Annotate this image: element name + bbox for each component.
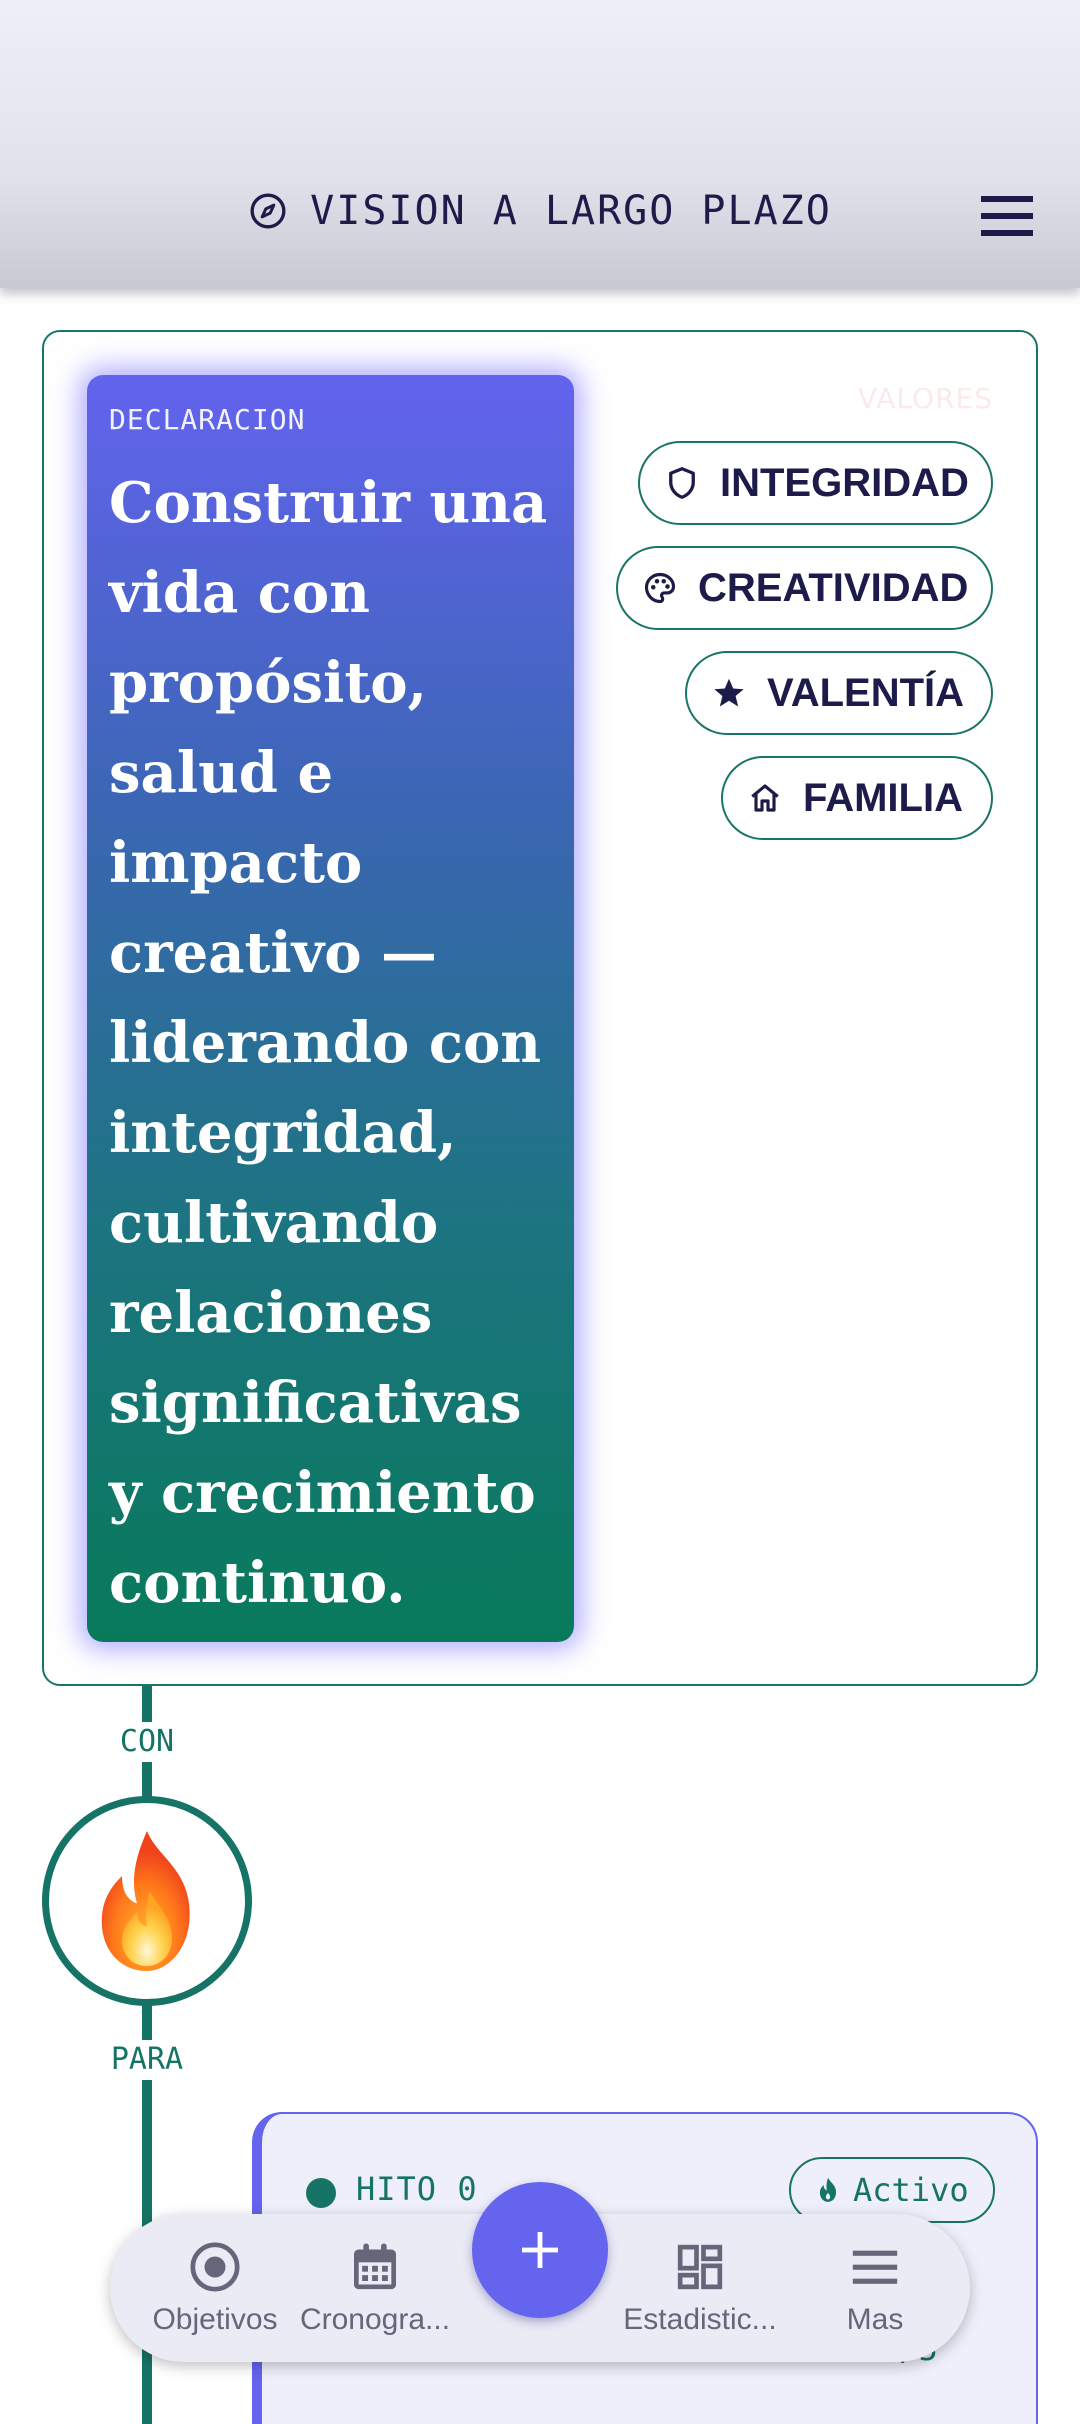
nav-item-label: Mas xyxy=(846,2303,904,2336)
dashboard-icon xyxy=(677,2244,723,2290)
vision-statement-card[interactable]: DECLARACION Construir una vida con propó… xyxy=(87,375,574,1642)
timeline-connector-con: CON xyxy=(87,1722,207,1762)
home-icon xyxy=(751,784,779,812)
value-chip-label: VALENTÍA xyxy=(767,670,965,715)
top-app-bar: VISION A LARGO PLAZO xyxy=(0,0,1080,288)
calendar-icon xyxy=(354,2243,396,2290)
value-chip-familia[interactable]: FAMILIA xyxy=(721,756,993,840)
fire-emoji-icon xyxy=(101,1831,190,1971)
timeline-node[interactable] xyxy=(42,1796,252,2006)
milestone-status-dot xyxy=(306,2178,336,2208)
nav-item-estadisticas[interactable]: Estadistic... xyxy=(610,2214,790,2362)
timeline-connector-para: PARA xyxy=(87,2040,207,2080)
palette-icon xyxy=(644,572,676,604)
page-title-text: VISION A LARGO PLAZO xyxy=(310,188,832,234)
value-chip-label: FAMILIA xyxy=(803,775,963,820)
add-button[interactable] xyxy=(472,2182,608,2318)
nav-item-label: Estadistic... xyxy=(623,2303,777,2336)
page-title: VISION A LARGO PLAZO xyxy=(0,188,1080,234)
nav-item-cronograma[interactable]: Cronogra... xyxy=(290,2214,460,2362)
flame-icon xyxy=(819,2177,837,2202)
nav-item-label: Objetivos xyxy=(152,2303,278,2336)
milestone-label: HITO 0 xyxy=(356,2170,478,2208)
values-label: VALORES xyxy=(857,382,993,415)
nav-item-mas[interactable]: Mas xyxy=(800,2214,950,2362)
statement-text: Construir una vida con propósito, salud … xyxy=(109,470,548,1616)
value-chip-valentia[interactable]: VALENTÍA xyxy=(685,651,993,735)
nav-item-label: Cronogra... xyxy=(299,2303,451,2336)
shield-icon xyxy=(669,467,695,499)
star-icon xyxy=(714,678,744,707)
status-badge-label: Activo xyxy=(853,2171,969,2209)
hamburger-menu-icon xyxy=(981,196,1033,236)
value-chip-label: CREATIVIDAD xyxy=(698,565,969,610)
nav-item-objetivos[interactable]: Objetivos xyxy=(130,2214,300,2362)
value-chip-label: INTEGRIDAD xyxy=(720,460,969,505)
menu-button[interactable] xyxy=(974,190,1040,242)
menu-icon xyxy=(852,2250,898,2284)
value-chip-integridad[interactable]: INTEGRIDAD xyxy=(638,441,993,525)
target-icon xyxy=(190,2242,240,2292)
value-chip-creatividad[interactable]: CREATIVIDAD xyxy=(616,546,993,630)
statement-label: DECLARACION xyxy=(109,403,306,436)
plus-icon xyxy=(522,2232,558,2268)
compass-icon xyxy=(250,193,286,229)
